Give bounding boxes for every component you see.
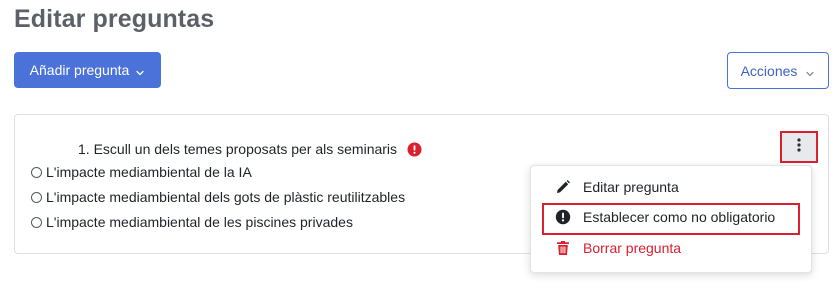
question-title-row: 1. Escull un dels temes proposats per al…	[78, 141, 422, 157]
menu-item-label: Borrar pregunta	[583, 240, 682, 256]
page-title: Editar preguntas	[14, 5, 215, 33]
menu-item-edit-question[interactable]: Editar pregunta	[555, 179, 679, 195]
question-options-button[interactable]	[780, 131, 818, 163]
vertical-ellipsis-icon	[796, 137, 802, 158]
radio-button[interactable]	[31, 216, 42, 228]
actions-label: Acciones	[740, 62, 798, 79]
chevron-down-icon	[805, 66, 815, 76]
chevron-down-icon	[135, 65, 145, 76]
option-label: L'impacte mediambiental de la IA	[46, 164, 252, 180]
edit-questions-page: Editar preguntas Añadir pregunta Accione…	[0, 0, 840, 288]
radio-button[interactable]	[31, 191, 42, 203]
menu-item-set-not-required[interactable]: Establecer como no obligatorio	[555, 209, 775, 225]
add-question-label: Añadir pregunta	[29, 62, 130, 78]
menu-item-label: Establecer como no obligatorio	[583, 209, 776, 225]
radio-button[interactable]	[31, 166, 42, 178]
question-option[interactable]: L'impacte mediambiental de les piscines …	[31, 214, 353, 230]
menu-item-label: Editar pregunta	[583, 179, 679, 195]
question-title: 1. Escull un dels temes proposats per al…	[78, 141, 398, 157]
option-label: L'impacte mediambiental dels gots de plà…	[46, 189, 406, 205]
actions-button[interactable]: Acciones	[727, 52, 829, 89]
add-question-button[interactable]: Añadir pregunta	[14, 52, 161, 88]
exclamation-circle-icon	[555, 209, 571, 225]
pencil-icon	[555, 179, 571, 195]
required-icon	[407, 142, 422, 157]
question-option[interactable]: L'impacte mediambiental de la IA	[31, 164, 252, 180]
trash-icon	[555, 240, 571, 256]
option-label: L'impacte mediambiental de les piscines …	[46, 214, 353, 230]
question-option[interactable]: L'impacte mediambiental dels gots de plà…	[31, 189, 405, 205]
menu-item-delete-question[interactable]: Borrar pregunta	[555, 240, 681, 256]
question-actions-menu: Editar pregunta Establecer como no oblig…	[530, 165, 812, 273]
